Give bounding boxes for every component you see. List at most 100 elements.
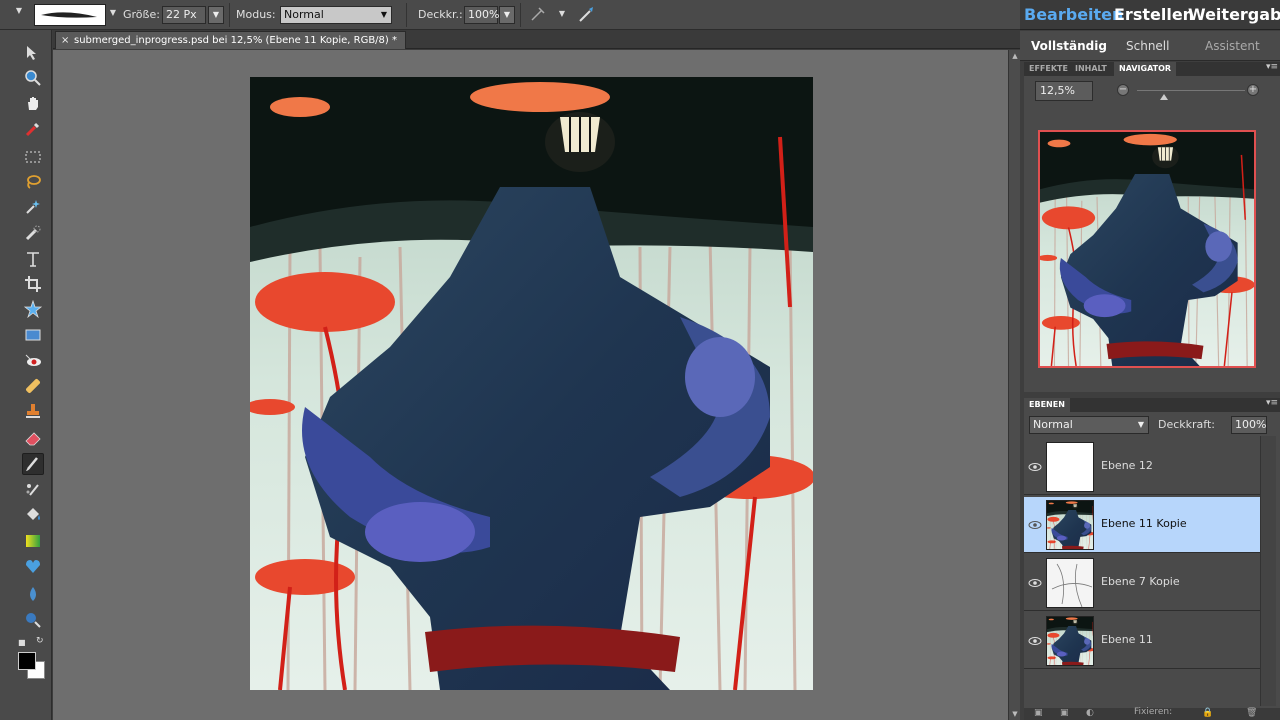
trash-icon[interactable]: 🗑: [1246, 708, 1257, 718]
blend-mode-value: Normal: [1033, 418, 1073, 431]
photoshop-elements-window: ▼ ▼ Größe: 22 Px ▼ Modus: Normal ▼ Deckk…: [0, 0, 1280, 720]
tab-assistent[interactable]: Assistent: [1205, 39, 1260, 53]
mode-value: Normal: [284, 8, 324, 21]
magic-wand-tool-icon[interactable]: [22, 196, 44, 218]
visibility-eye-icon[interactable]: [1028, 576, 1042, 590]
zoom-slider-thumb[interactable]: [1160, 94, 1168, 100]
right-panel: Bearbeiten Erstellen Weitergab Vollständ…: [1020, 0, 1280, 720]
navigator-preview[interactable]: [1038, 130, 1256, 368]
opacity-dropdown-icon[interactable]: ▼: [499, 6, 515, 24]
size-dropdown-icon[interactable]: ▼: [208, 6, 224, 24]
close-icon[interactable]: ×: [61, 32, 69, 49]
separator: [406, 3, 407, 27]
layer-name: Ebene 11: [1101, 633, 1153, 646]
zoom-out-icon[interactable]: −: [1117, 84, 1129, 96]
custom-shape-tool-icon[interactable]: [22, 298, 44, 320]
tab-schnell[interactable]: Schnell: [1126, 39, 1169, 53]
panel-menu-icon[interactable]: ▾≡: [1266, 62, 1278, 72]
layer-row-ebene-12[interactable]: Ebene 12: [1024, 439, 1260, 495]
artwork-canvas[interactable]: [250, 77, 813, 690]
brush-preview[interactable]: [34, 4, 106, 26]
lasso-tool-icon[interactable]: [22, 171, 44, 193]
tab-ebenen[interactable]: EBENEN: [1024, 398, 1070, 412]
layers-panel-header: EBENEN ▾≡: [1024, 398, 1280, 412]
crop-tool-icon[interactable]: [22, 273, 44, 295]
foreground-color-swatch[interactable]: [18, 652, 36, 670]
layers-scrollbar[interactable]: [1260, 436, 1276, 706]
tab-effekte[interactable]: EFFEKTE: [1024, 62, 1073, 76]
mode-label: Modus:: [236, 8, 276, 21]
layer-name: Ebene 12: [1101, 459, 1153, 472]
default-colors-icon[interactable]: ■: [18, 638, 26, 647]
tab-vollstaendig[interactable]: Vollständig: [1031, 39, 1107, 53]
visibility-eye-icon[interactable]: [1028, 518, 1042, 532]
layer-row-ebene-11[interactable]: Ebene 11: [1024, 613, 1260, 669]
hand-tool-icon[interactable]: [22, 92, 44, 114]
lock-icon[interactable]: 🔒: [1202, 708, 1213, 718]
recompose-tool-icon[interactable]: [22, 324, 44, 346]
zoom-slider[interactable]: [1137, 90, 1245, 91]
new-layer-icon[interactable]: ▣: [1034, 708, 1043, 718]
tablet-settings-icon[interactable]: [577, 6, 595, 27]
zoom-in-icon[interactable]: +: [1247, 84, 1259, 96]
airbrush-icon[interactable]: [530, 6, 546, 25]
layer-name: Ebene 11 Kopie: [1101, 517, 1187, 530]
size-field[interactable]: 22 Px: [162, 6, 206, 24]
layers-footer: ▣ ▣ ◐ Fixieren: 🔒 🗑: [1024, 707, 1280, 720]
tool-preset-dropdown-icon[interactable]: ▼: [14, 6, 24, 16]
move-tool-icon[interactable]: [22, 42, 44, 64]
healing-brush-tool-icon[interactable]: [22, 375, 44, 397]
chevron-down-icon: ▼: [1137, 420, 1144, 429]
separator: [520, 3, 521, 27]
group-icon[interactable]: ▣: [1060, 708, 1069, 718]
panel-menu-icon[interactable]: ▾≡: [1266, 398, 1278, 408]
brush-picker-arrow-icon[interactable]: ▼: [108, 8, 118, 18]
gradient-tool-icon[interactable]: [22, 530, 44, 552]
tools-panel: ■ ↻: [0, 30, 52, 720]
smart-brush-tool-icon[interactable]: [22, 479, 44, 501]
paint-bucket-tool-icon[interactable]: [22, 504, 44, 526]
blend-mode-select[interactable]: Normal ▼: [1029, 416, 1149, 434]
blur-tool-icon[interactable]: [22, 583, 44, 605]
visibility-eye-icon[interactable]: [1028, 634, 1042, 648]
adjustment-layer-icon[interactable]: ◐: [1086, 708, 1094, 718]
edit-mode-tabs: Vollständig Schnell Assistent: [1020, 31, 1280, 61]
swap-colors-icon[interactable]: ↻: [36, 636, 44, 646]
opacity-field[interactable]: 100%: [464, 6, 499, 24]
fix-label: Fixieren:: [1134, 707, 1173, 717]
panel-tabs: EFFEKTE INHALT NAVIGATOR ▾≡: [1024, 62, 1280, 76]
separator: [229, 3, 230, 27]
layer-row-ebene-7-kopie[interactable]: Ebene 7 Kopie: [1024, 555, 1260, 611]
color-swatches: [18, 648, 48, 684]
brush-settings-dropdown-icon[interactable]: ▼: [557, 9, 567, 19]
document-tab[interactable]: × submerged_inprogress.psd bei 12,5% (Eb…: [55, 31, 406, 49]
layer-row-ebene-11-kopie[interactable]: Ebene 11 Kopie: [1024, 497, 1260, 553]
clone-stamp-tool-icon[interactable]: [22, 400, 44, 422]
layer-name: Ebene 7 Kopie: [1101, 575, 1180, 588]
tab-navigator[interactable]: NAVIGATOR: [1114, 62, 1177, 76]
brush-tool-icon[interactable]: [22, 453, 44, 475]
red-eye-tool-icon[interactable]: [22, 350, 44, 372]
sponge-tool-icon[interactable]: [22, 609, 44, 631]
chevron-down-icon: ▼: [380, 10, 387, 19]
shape-tool-icon[interactable]: [22, 555, 44, 577]
quick-selection-tool-icon[interactable]: [22, 222, 44, 244]
visibility-eye-icon[interactable]: [1028, 460, 1042, 474]
eyedropper-tool-icon[interactable]: [22, 118, 44, 140]
layer-opacity-field[interactable]: 100%: [1231, 416, 1267, 434]
canvas-area[interactable]: [53, 50, 1008, 720]
marquee-tool-icon[interactable]: [22, 146, 44, 168]
layer-thumbnail: [1046, 442, 1094, 492]
vertical-scrollbar[interactable]: ▲ ▼: [1008, 50, 1020, 720]
zoom-field[interactable]: 12,5%: [1035, 81, 1093, 101]
tab-weitergabe[interactable]: Weitergab: [1188, 5, 1280, 24]
layers-panel: Normal ▼ Deckkraft: 100% Ebene 12 Ebene …: [1024, 412, 1280, 720]
zoom-tool-icon[interactable]: [22, 67, 44, 89]
eraser-tool-icon[interactable]: [22, 427, 44, 449]
tab-inhalt[interactable]: INHALT: [1070, 62, 1112, 76]
tab-bearbeiten[interactable]: Bearbeiten: [1024, 5, 1123, 24]
type-tool-icon[interactable]: [22, 248, 44, 270]
mode-select[interactable]: Normal ▼: [280, 6, 392, 24]
document-tab-bar: × submerged_inprogress.psd bei 12,5% (Eb…: [53, 30, 1020, 49]
tab-erstellen[interactable]: Erstellen: [1114, 5, 1194, 24]
